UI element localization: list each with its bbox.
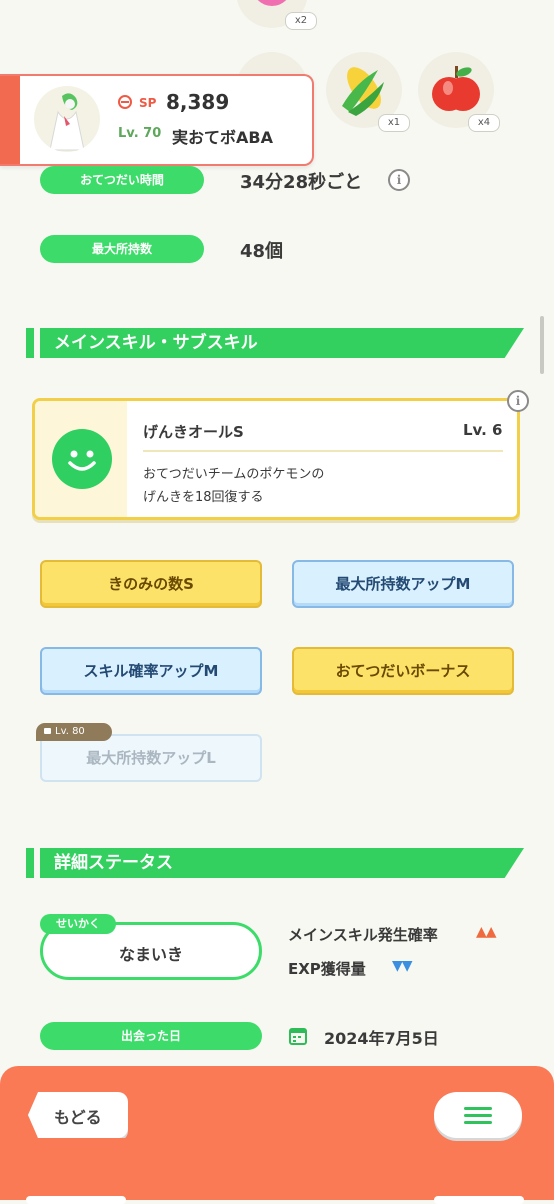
scrollbar[interactable] <box>540 316 544 374</box>
info-icon[interactable]: i <box>388 169 410 191</box>
nature-tag: せいかく <box>40 914 116 934</box>
subskill-button[interactable]: おてつだいボーナス <box>292 647 514 695</box>
max-carry-value: 48個 <box>240 241 284 262</box>
up-arrows: ▲▲ <box>476 924 497 940</box>
pokemon-level: Lv. 70 <box>118 126 162 141</box>
down-arrows: ▼▼ <box>392 958 413 974</box>
lock-icon <box>44 728 51 734</box>
back-label: もどる <box>54 1108 102 1127</box>
pokemon-avatar <box>34 86 100 152</box>
up-stat-label: メインスキル発生確率 <box>288 926 438 944</box>
detail-section-header: 詳細ステータス <box>26 848 526 878</box>
help-time-value: 34分28秒ごと <box>240 172 363 193</box>
skill-icon-area <box>35 401 127 517</box>
section-bar <box>26 328 34 358</box>
met-date-label: 出会った日 <box>40 1022 262 1050</box>
skills-section-header: メインスキル・サブスキル <box>26 328 526 358</box>
corn-qty: x1 <box>378 114 410 132</box>
main-skill-desc-line2: げんきを18回復する <box>143 490 264 505</box>
subskill-button[interactable]: 最大所持数アップM <box>292 560 514 608</box>
sp-icon <box>118 95 132 109</box>
main-skill-name: げんきオールS <box>143 423 244 441</box>
menu-button[interactable] <box>434 1092 522 1138</box>
sp-label: SP <box>139 96 157 110</box>
bottom-tab-left <box>26 1196 126 1204</box>
nature-value: なまいき <box>118 945 183 964</box>
max-carry-label: 最大所持数 <box>40 235 204 263</box>
section-title: メインスキル・サブスキル <box>54 333 258 353</box>
section-title: 詳細ステータス <box>54 853 173 873</box>
smile-icon <box>52 429 112 489</box>
pokemon-nickname: 実おてボABA <box>172 128 273 147</box>
met-date-value: 2024年7月5日 <box>324 1029 439 1048</box>
sp-value: 8,389 <box>166 90 230 114</box>
main-skill-desc-line1: おてつだいチームのポケモンの <box>143 467 325 482</box>
down-stat-label: EXP獲得量 <box>288 960 366 978</box>
subskill-button-locked[interactable]: 最大所持数アップL <box>40 734 262 782</box>
ingredient-qty: x2 <box>285 12 317 30</box>
gardevoir-icon <box>49 93 85 151</box>
main-skill-card[interactable]: げんきオールS Lv. 6 おてつだいチームのポケモンの げんきを18回復する <box>32 398 520 520</box>
back-button[interactable]: もどる <box>28 1092 128 1138</box>
bottom-tab-right <box>434 1196 524 1204</box>
subskill-button[interactable]: きのみの数S <box>40 560 262 608</box>
lock-level-tag: Lv. 80 <box>36 723 112 741</box>
section-bar <box>26 848 34 878</box>
skill-info-icon[interactable]: i <box>507 390 529 412</box>
help-time-label: おてつだい時間 <box>40 166 204 194</box>
calendar-icon <box>288 1026 308 1046</box>
skill-divider <box>143 450 503 452</box>
card-accent <box>0 76 20 164</box>
subskill-button[interactable]: スキル確率アップM <box>40 647 262 695</box>
apple-qty: x4 <box>468 114 500 132</box>
lock-level: Lv. 80 <box>55 726 85 737</box>
main-skill-level: Lv. 6 <box>463 421 503 439</box>
menu-icon <box>464 1107 492 1124</box>
